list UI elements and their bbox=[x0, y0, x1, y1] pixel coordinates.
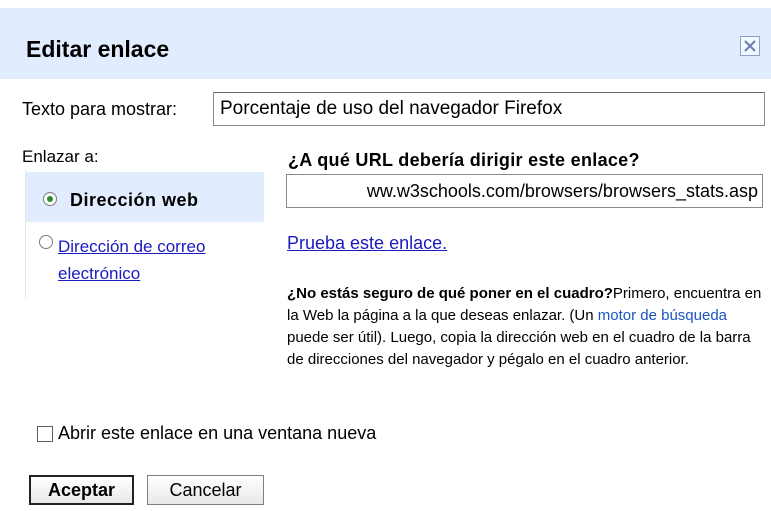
accept-button[interactable]: Aceptar bbox=[29, 475, 134, 505]
email-address-link[interactable]: Dirección de correo electrónico bbox=[58, 233, 268, 287]
url-input[interactable] bbox=[286, 174, 763, 208]
new-window-checkbox[interactable] bbox=[37, 426, 53, 442]
search-engine-link[interactable]: motor de búsqueda bbox=[598, 307, 727, 324]
close-icon[interactable] bbox=[740, 36, 760, 56]
test-link[interactable]: Prueba este enlace. bbox=[287, 233, 447, 254]
link-to-label: Enlazar a: bbox=[22, 147, 99, 166]
help-text-part-2: puede ser útil). Luego, copia la direcci… bbox=[287, 329, 751, 368]
display-text-input[interactable] bbox=[213, 92, 765, 126]
display-text-label: Texto para mostrar: bbox=[22, 99, 178, 119]
cancel-button[interactable]: Cancelar bbox=[147, 475, 264, 505]
help-title: ¿No estás seguro de qué poner en el cuad… bbox=[287, 285, 613, 302]
dialog-title: Editar enlace bbox=[26, 36, 170, 62]
help-text: ¿No estás seguro de qué poner en el cuad… bbox=[287, 283, 765, 371]
url-question: ¿A qué URL debería dirigir este enlace? bbox=[288, 150, 640, 170]
web-address-label[interactable]: Dirección web bbox=[70, 190, 199, 211]
edit-link-dialog: Editar enlace Texto para mostrar: Enlaza… bbox=[0, 0, 771, 511]
dialog-title-bar: Editar enlace bbox=[0, 8, 771, 79]
email-address-radio[interactable] bbox=[39, 235, 53, 249]
new-window-label[interactable]: Abrir este enlace en una ventana nueva bbox=[58, 423, 376, 444]
web-address-radio[interactable] bbox=[43, 192, 57, 206]
